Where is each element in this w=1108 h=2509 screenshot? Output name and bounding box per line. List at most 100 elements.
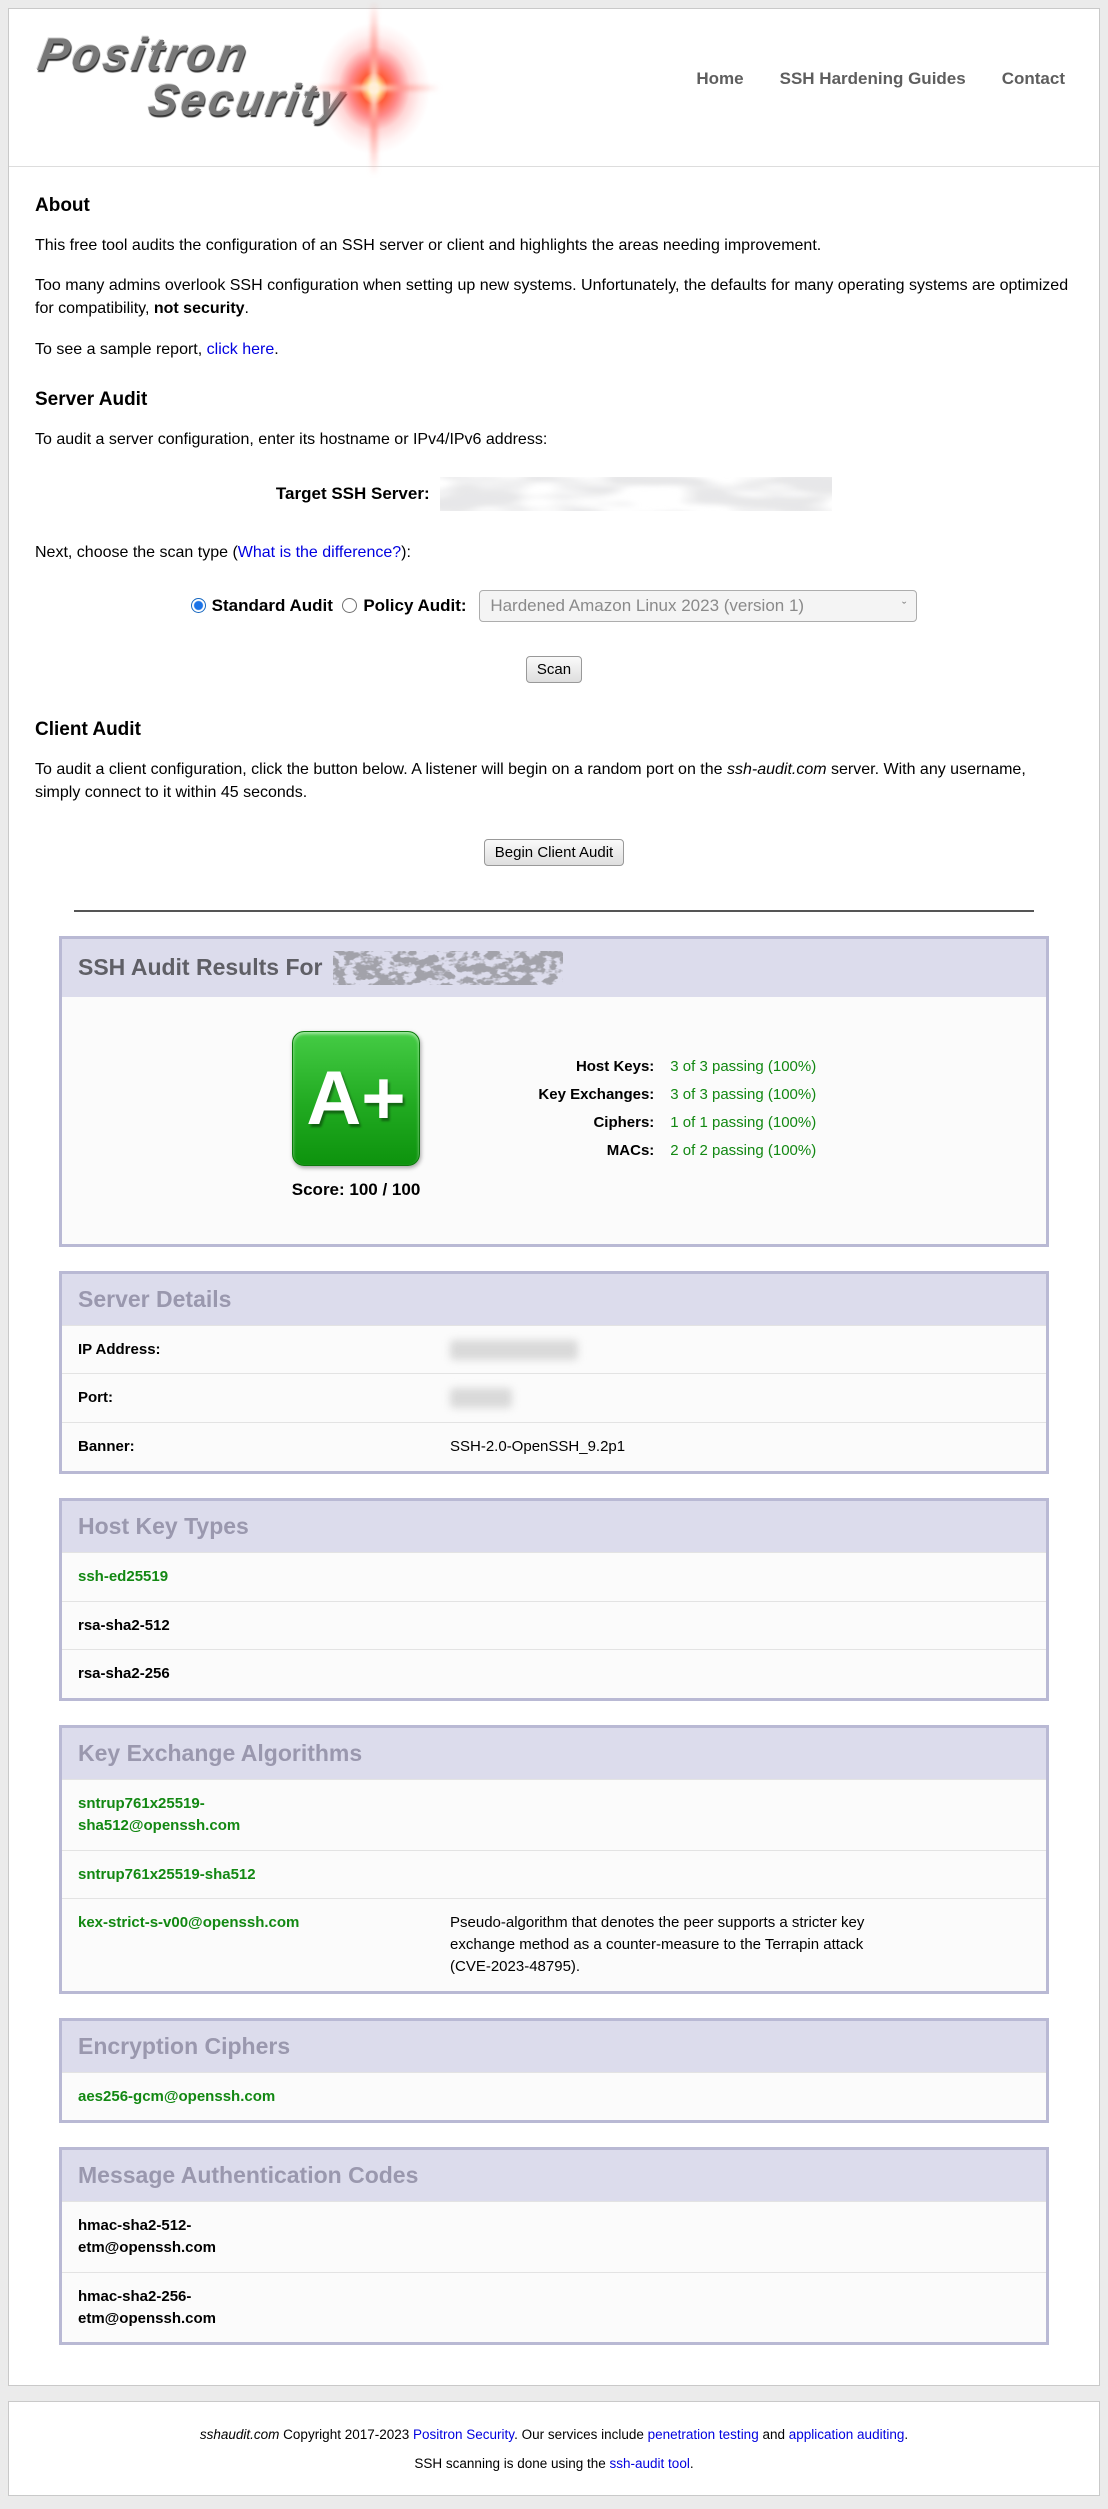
scan-button-row: Scan <box>35 656 1073 683</box>
nav-contact[interactable]: Contact <box>1002 69 1065 89</box>
sample-report-link[interactable]: click here <box>207 341 275 358</box>
about-p3-end: . <box>274 341 278 358</box>
about-p2-bold: not security <box>154 300 245 317</box>
begin-client-audit-button[interactable]: Begin Client Audit <box>484 839 624 866</box>
grade-badge: A+ <box>292 1031 420 1166</box>
stat-label: Key Exchanges: <box>464 1086 654 1103</box>
about-title: About <box>35 195 1073 217</box>
scan-type-text: Next, choose the scan type ( <box>35 544 238 561</box>
table-row: hmac-sha2-256- etm@openssh.com <box>62 2272 1046 2343</box>
stat-label: Host Keys: <box>464 1058 654 1075</box>
policy-select-value: Hardened Amazon Linux 2023 (version 1) <box>490 596 804 616</box>
scan-button[interactable]: Scan <box>526 656 582 683</box>
scan-type-difference-link[interactable]: What is the difference? <box>238 544 401 561</box>
standard-audit-label: Standard Audit <box>212 596 333 615</box>
server-audit-intro: To audit a server configuration, enter i… <box>35 428 1073 451</box>
table-row: hmac-sha2-512- etm@openssh.com <box>62 2201 1046 2272</box>
ssh-audit-tool-link[interactable]: ssh-audit tool <box>610 2456 690 2471</box>
macs-header: Message Authentication Codes <box>62 2150 1046 2201</box>
stat-label: MACs: <box>464 1142 654 1159</box>
kex-note <box>434 1851 1046 1899</box>
table-row: ssh-ed25519 <box>62 1552 1046 1601</box>
main-nav: Home SSH Hardening Guides Contact <box>696 69 1065 89</box>
logo-text-security: Security <box>145 79 505 123</box>
redacted-ip-address <box>450 1340 578 1360</box>
nav-home[interactable]: Home <box>696 69 743 89</box>
redacted-hostname <box>333 951 563 985</box>
footer-text: . Our services include <box>514 2427 648 2442</box>
encryption-ciphers-header: Encryption Ciphers <box>62 2021 1046 2072</box>
policy-audit-label: Policy Audit: <box>363 596 466 615</box>
table-row: rsa-sha2-512 <box>62 1601 1046 1650</box>
footer-line-2: SSH scanning is done using the ssh-audit… <box>19 2456 1089 2471</box>
application-auditing-link[interactable]: application auditing <box>789 2427 905 2442</box>
row-value <box>434 1374 1046 1422</box>
section-divider <box>74 910 1034 912</box>
redacted-port <box>450 1388 512 1408</box>
penetration-testing-link[interactable]: penetration testing <box>648 2427 759 2442</box>
client-audit-text1: To audit a client configuration, click t… <box>35 761 727 778</box>
kex-note <box>434 1780 1046 1850</box>
table-row: aes256-gcm@openssh.com <box>62 2072 1046 2121</box>
positron-security-logo: Positron Security <box>31 23 501 153</box>
host-key-name: rsa-sha2-256 <box>62 1650 434 1698</box>
table-row: IP Address: <box>62 1325 1046 1374</box>
policy-select[interactable]: Hardened Amazon Linux 2023 (version 1) ˇ <box>479 590 917 622</box>
stat-row-key-exchanges: Key Exchanges: 3 of 3 passing (100%) <box>464 1086 816 1103</box>
positron-security-link[interactable]: Positron Security <box>413 2427 514 2442</box>
chevron-down-icon: ˇ <box>902 599 906 614</box>
table-row: sntrup761x25519-sha512 <box>62 1850 1046 1899</box>
cipher-name: aes256-gcm@openssh.com <box>62 2073 434 2121</box>
main-content: Positron Security Home SSH Hardening Gui… <box>8 8 1100 2386</box>
table-row: rsa-sha2-256 <box>62 1649 1046 1698</box>
results-panel-header: SSH Audit Results For <box>62 939 1046 997</box>
footer-text: . <box>904 2427 908 2442</box>
target-server-row: Target SSH Server: <box>35 477 1073 511</box>
scan-type-end: ): <box>401 544 411 561</box>
scan-type-options: Standard Audit Policy Audit: Hardened Am… <box>35 590 1073 622</box>
stat-value: 3 of 3 passing (100%) <box>670 1058 816 1075</box>
server-details-panel: Server Details IP Address: Port: Banner:… <box>59 1271 1049 1474</box>
row-value <box>434 1326 1046 1374</box>
table-row: Port: <box>62 1373 1046 1422</box>
about-paragraph-2: Too many admins overlook SSH configurati… <box>35 274 1073 320</box>
kex-name: kex-strict-s-v00@openssh.com <box>62 1899 434 1990</box>
server-details-header: Server Details <box>62 1274 1046 1325</box>
kex-note: Pseudo-algorithm that denotes the peer s… <box>434 1899 1046 1990</box>
about-paragraph-1: This free tool audits the configuration … <box>35 234 1073 257</box>
footer-domain: sshaudit.com <box>200 2427 280 2442</box>
host-key-types-header: Host Key Types <box>62 1501 1046 1552</box>
stat-row-host-keys: Host Keys: 3 of 3 passing (100%) <box>464 1058 816 1075</box>
footer-text: Copyright 2017-2023 <box>279 2427 413 2442</box>
target-ssh-server-input[interactable] <box>440 477 832 511</box>
results-stats: Host Keys: 3 of 3 passing (100%) Key Exc… <box>464 1047 816 1170</box>
banner-value: SSH-2.0-OpenSSH_9.2p1 <box>434 1423 1046 1471</box>
footer-text: and <box>759 2427 789 2442</box>
table-row: sntrup761x25519- sha512@openssh.com <box>62 1779 1046 1850</box>
site-footer: sshaudit.com Copyright 2017-2023 Positro… <box>8 2401 1100 2496</box>
redacted-input-blur <box>440 477 832 511</box>
key-exchange-panel: Key Exchange Algorithms sntrup761x25519-… <box>59 1725 1049 1994</box>
site-header: Positron Security Home SSH Hardening Gui… <box>9 9 1099 167</box>
stat-label: Ciphers: <box>464 1114 654 1131</box>
encryption-ciphers-panel: Encryption Ciphers aes256-gcm@openssh.co… <box>59 2018 1049 2124</box>
client-audit-button-row: Begin Client Audit <box>35 839 1073 866</box>
nav-ssh-hardening-guides[interactable]: SSH Hardening Guides <box>780 69 966 89</box>
row-label: IP Address: <box>62 1326 434 1374</box>
host-key-name: ssh-ed25519 <box>62 1553 434 1601</box>
macs-panel: Message Authentication Codes hmac-sha2-5… <box>59 2147 1049 2345</box>
footer-text: SSH scanning is done using the <box>414 2456 609 2471</box>
mac-name: hmac-sha2-512- etm@openssh.com <box>62 2202 434 2272</box>
standard-audit-radio[interactable] <box>191 598 206 613</box>
server-audit-title: Server Audit <box>35 389 1073 411</box>
score-text: Score: 100 / 100 <box>292 1180 421 1200</box>
target-server-label: Target SSH Server: <box>276 484 430 503</box>
results-panel: SSH Audit Results For A+ Score: 100 / 10… <box>59 936 1049 1247</box>
about-paragraph-3: To see a sample report, click here. <box>35 338 1073 361</box>
stat-value: 3 of 3 passing (100%) <box>670 1086 816 1103</box>
client-audit-title: Client Audit <box>35 719 1073 741</box>
key-exchange-header: Key Exchange Algorithms <box>62 1728 1046 1779</box>
stat-row-ciphers: Ciphers: 1 of 1 passing (100%) <box>464 1114 816 1131</box>
policy-audit-radio[interactable] <box>342 598 357 613</box>
footer-text: . <box>690 2456 694 2471</box>
